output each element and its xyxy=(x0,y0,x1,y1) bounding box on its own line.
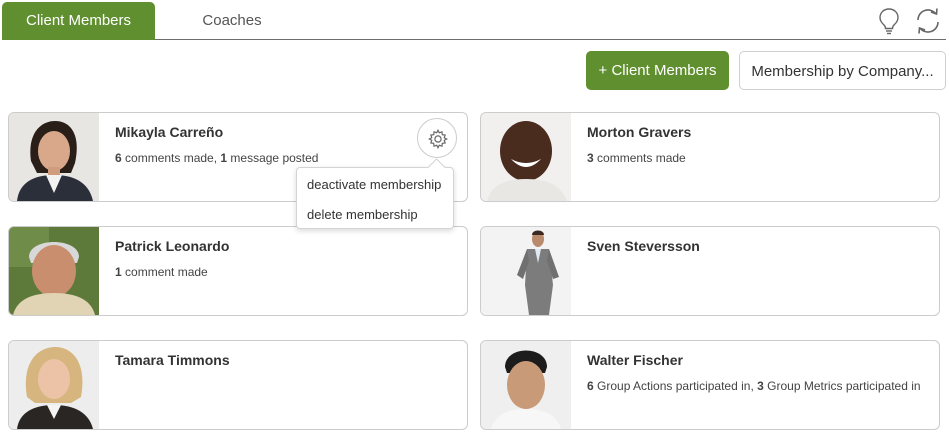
member-avatar xyxy=(481,341,571,429)
member-name[interactable]: Walter Fischer xyxy=(587,352,683,368)
member-name[interactable]: Sven Steversson xyxy=(587,238,700,254)
tab-bar: Client Members Coaches xyxy=(2,2,946,40)
member-avatar xyxy=(9,227,99,315)
member-name[interactable]: Patrick Leonardo xyxy=(115,238,229,254)
member-card[interactable]: Tamara Timmons xyxy=(8,340,468,430)
member-stats: 6 comments made, 1 message posted xyxy=(115,151,319,165)
member-name[interactable]: Tamara Timmons xyxy=(115,352,230,368)
member-stats: 6 Group Actions participated in, 3 Group… xyxy=(587,379,921,393)
member-stats: 1 comment made xyxy=(115,265,208,279)
member-avatar xyxy=(9,341,99,429)
gear-icon[interactable] xyxy=(417,118,457,158)
delete-membership-item[interactable]: delete membership xyxy=(307,207,418,222)
member-avatar xyxy=(9,113,99,201)
member-name[interactable]: Mikayla Carreño xyxy=(115,124,223,140)
member-card[interactable]: Walter Fischer 6 Group Actions participa… xyxy=(480,340,940,430)
member-card[interactable]: Patrick Leonardo 1 comment made xyxy=(8,226,468,316)
lightbulb-icon[interactable] xyxy=(876,6,902,36)
tab-coaches[interactable]: Coaches xyxy=(162,2,302,40)
member-name[interactable]: Morton Gravers xyxy=(587,124,691,140)
membership-context-menu: deactivate membership delete membership xyxy=(296,167,454,229)
membership-by-company-button[interactable]: Membership by Company... xyxy=(739,51,946,90)
tab-client-members[interactable]: Client Members xyxy=(2,2,155,40)
member-card[interactable]: Sven Steversson xyxy=(480,226,940,316)
refresh-icon[interactable] xyxy=(914,6,940,36)
add-client-members-button[interactable]: + Client Members xyxy=(586,51,729,90)
member-card[interactable]: Morton Gravers 3 comments made xyxy=(480,112,940,202)
deactivate-membership-item[interactable]: deactivate membership xyxy=(307,177,441,192)
member-avatar xyxy=(481,227,571,315)
member-avatar xyxy=(481,113,571,201)
member-stats: 3 comments made xyxy=(587,151,686,165)
